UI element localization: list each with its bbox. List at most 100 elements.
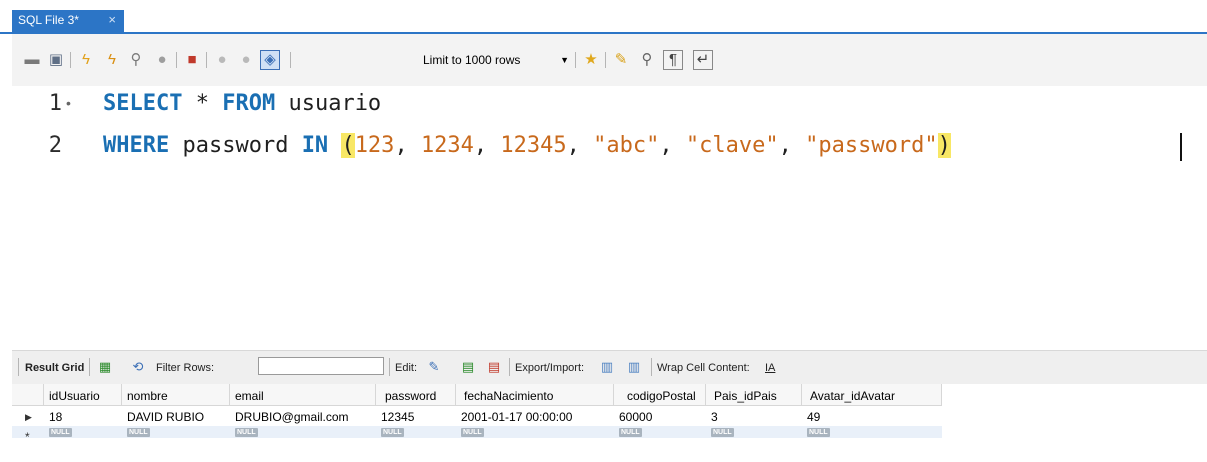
execute-icon[interactable]: ϟ [76,50,96,70]
star-token: * [182,91,223,116]
null-badge[interactable]: NULL [807,428,830,437]
sql-line-2[interactable]: WHERE password IN (123, 1234, 12345, "ab… [103,133,951,158]
open-paren: ( [341,133,355,158]
new-row-marker: * [25,430,30,444]
commit-icon[interactable]: ● [212,50,232,70]
keyword-select: SELECT [103,91,183,116]
toolbar-separator [575,52,576,68]
toolbar-separator [509,358,510,376]
table-cell[interactable]: 49 [807,410,820,424]
explain-icon[interactable]: ⚲ [126,50,146,70]
close-paren: ) [937,133,951,158]
refresh-icon[interactable]: ⟲ [128,358,148,376]
edit-row-icon[interactable]: ✎ [424,358,444,376]
null-badge[interactable]: NULL [461,428,484,437]
wrap-cell-label: Wrap Cell Content: [657,362,750,374]
separator-token: , [566,133,594,158]
save-icon[interactable]: ▣ [46,50,66,70]
column-header[interactable]: password [376,384,456,406]
keyword-from: FROM [222,91,276,116]
separator-token: , [394,133,421,158]
sql-line-1[interactable]: SELECT * FROM usuario [103,91,381,116]
table-cell[interactable]: 18 [49,410,62,424]
import-icon[interactable]: ▥ [624,358,644,376]
null-badge[interactable]: NULL [711,428,734,437]
add-row-icon[interactable]: ▤ [458,358,478,376]
value-token: "clave" [685,133,779,158]
column-header[interactable]: email [230,384,376,406]
delete-row-icon[interactable]: ▤ [484,358,504,376]
line-number: 1 [48,91,62,116]
separator-token: , [778,133,806,158]
filter-rows-input[interactable] [258,357,384,375]
edit-label: Edit: [395,362,418,374]
result-grid-label[interactable]: Result Grid [25,362,84,374]
export-import-label: Export/Import: [515,362,585,374]
beautify-icon[interactable]: ★ [581,50,601,70]
column-token: password [169,133,302,158]
table-cell[interactable]: 12345 [381,410,414,424]
value-token: "abc" [593,133,660,158]
column-header[interactable]: nombre [122,384,230,406]
table-cell[interactable]: 3 [711,410,718,424]
chevron-down-icon: ▼ [560,55,569,65]
separator-token: , [659,133,686,158]
line-bullet: • [66,95,71,111]
separator-token: , [473,133,501,158]
export-icon[interactable]: ▥ [597,358,617,376]
wrap-icon[interactable]: ↵ [693,50,713,70]
toolbar-separator [70,52,71,68]
brush-icon[interactable]: ✎ [611,50,631,70]
table-cell[interactable]: 60000 [619,410,652,424]
tab-sql-file-3[interactable]: SQL File 3* × [12,10,124,32]
column-header[interactable]: fechaNacimiento [456,384,614,406]
autocommit-icon[interactable]: ◈ [260,50,280,70]
current-row-marker: ▶ [25,412,32,422]
toolbar-separator [605,52,606,68]
column-header[interactable]: Pais_idPais [706,384,802,406]
null-badge[interactable]: NULL [127,428,150,437]
null-badge[interactable]: NULL [619,428,642,437]
rollback-icon[interactable]: ● [236,50,256,70]
table-cell[interactable]: DAVID RUBIO [127,410,204,424]
table-token: usuario [275,91,382,116]
toolbar-separator [290,52,291,68]
text-cursor [1180,133,1182,161]
stop-icon[interactable]: ● [152,50,172,70]
close-icon[interactable]: × [108,12,116,27]
null-badge[interactable]: NULL [235,428,258,437]
wrap-cell-icon[interactable]: IA [765,362,775,374]
keyword-where: WHERE [103,133,170,158]
line-number: 2 [48,133,62,158]
open-folder-icon[interactable]: ▬ [22,50,42,70]
column-header[interactable]: idUsuario [44,384,122,406]
invisibles-icon[interactable]: ¶ [663,50,683,70]
value-token: 1234 [420,133,474,158]
null-badge[interactable]: NULL [381,428,404,437]
toolbar-separator [176,52,177,68]
column-header[interactable]: Avatar_idAvatar [802,384,942,406]
value-token: "password" [805,133,938,158]
execute-statement-icon[interactable]: ϟ [102,50,122,70]
grid-icon[interactable]: ▦ [95,358,115,376]
limit-rows-select[interactable]: Limit to 1000 rows ▼ [423,50,569,70]
tab-label: SQL File 3* [18,13,79,27]
find-icon[interactable]: ⚲ [637,50,657,70]
editor-tab-strip: SQL File 3* × [0,0,1207,34]
value-token: 123 [354,133,395,158]
limit-rows-label: Limit to 1000 rows [423,53,521,67]
toolbar-separator [389,358,390,376]
null-badge[interactable]: NULL [49,428,72,437]
column-header[interactable]: codigoPostal [614,384,706,406]
value-token: 12345 [500,133,567,158]
toolbar-separator [89,358,90,376]
table-cell[interactable]: 2001-01-17 00:00:00 [461,410,572,424]
row-header-corner [12,384,44,406]
toggle-error-icon[interactable]: ■ [182,50,202,70]
filter-rows-label: Filter Rows: [156,362,215,374]
keyword-in: IN [301,133,329,158]
table-cell[interactable]: DRUBIO@gmail.com [235,410,349,424]
sql-editor[interactable] [12,86,1207,350]
toolbar-separator [18,358,19,376]
